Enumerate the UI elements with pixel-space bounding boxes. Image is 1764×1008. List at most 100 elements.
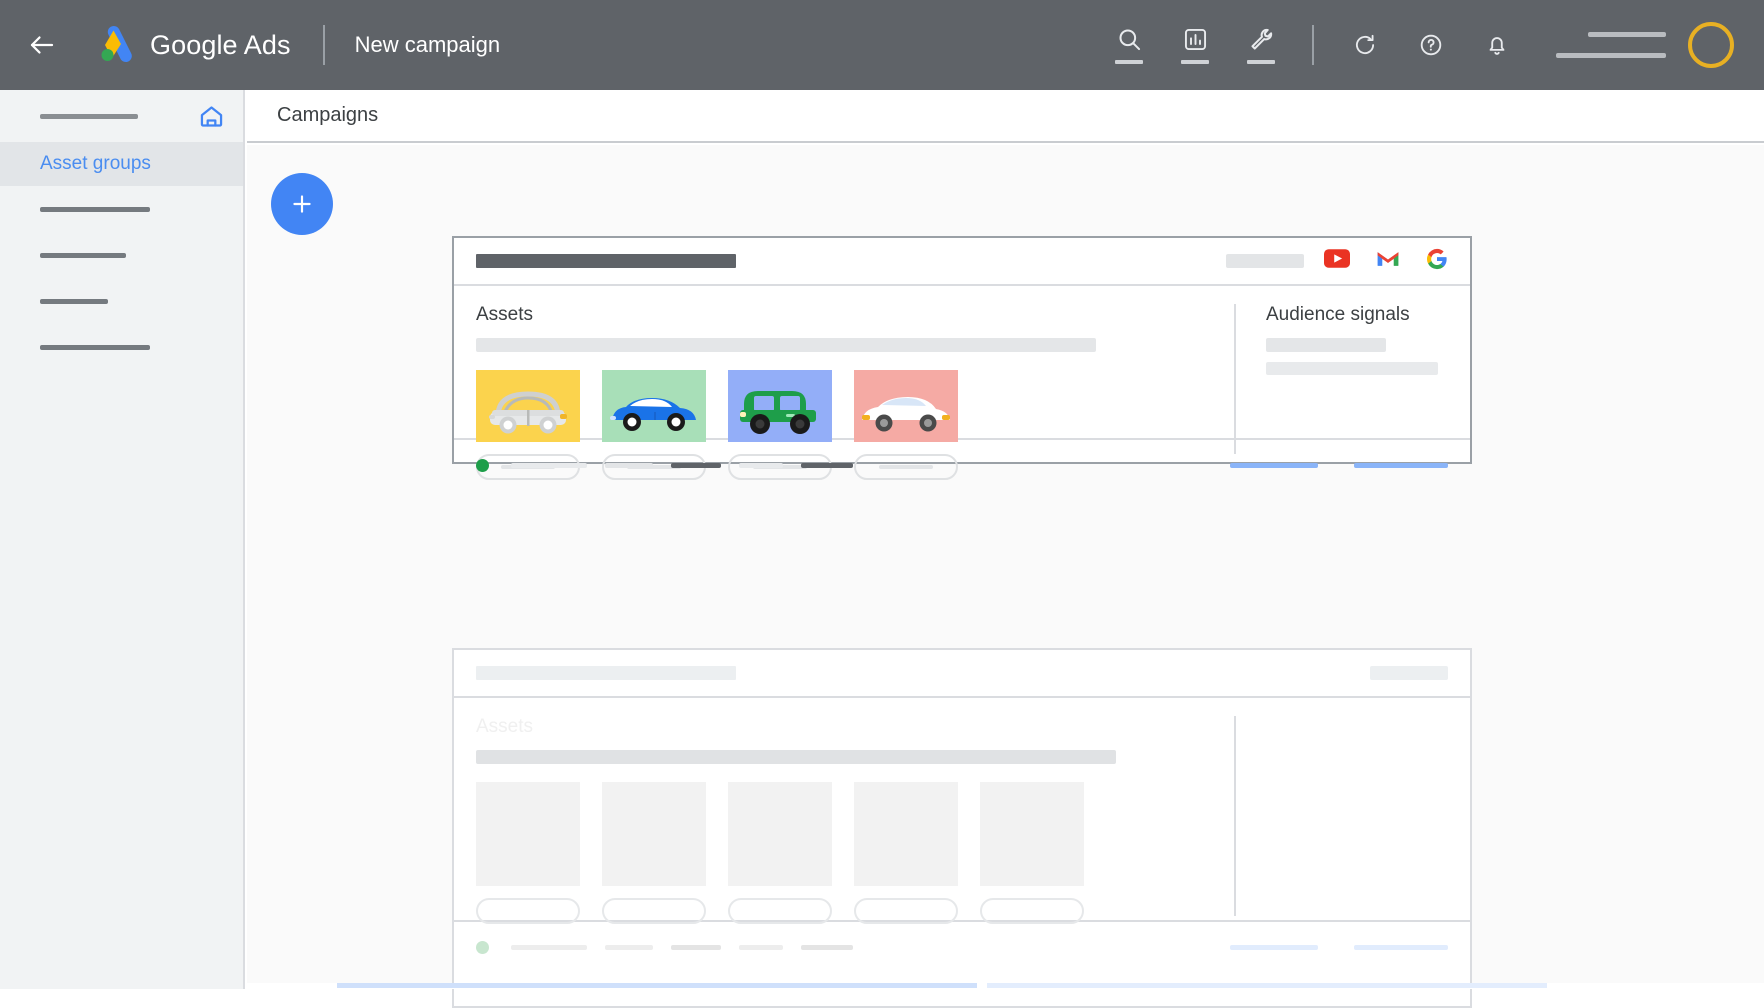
car-thumbnail-blue[interactable] (728, 370, 832, 442)
google-ads-logo[interactable] (94, 23, 138, 67)
add-asset-group-button[interactable] (271, 173, 333, 235)
top-app-bar: Google Ads New campaign (0, 0, 1764, 90)
home-icon[interactable] (198, 103, 225, 130)
asset-thumbnail-row (476, 782, 1212, 886)
reports-icon-underline (1181, 60, 1209, 64)
sidebar-header (0, 90, 243, 142)
metric-placeholder (671, 463, 721, 468)
notifications-icon[interactable] (1472, 20, 1522, 70)
sidebar-item-placeholder (40, 253, 126, 258)
sidebar-item-3[interactable] (0, 278, 243, 324)
assets-column: Assets (454, 286, 1234, 438)
google-icon[interactable] (1426, 248, 1448, 275)
page-context-label: New campaign (355, 32, 501, 58)
asset-chip[interactable] (854, 454, 958, 480)
search-icon[interactable] (1102, 18, 1156, 72)
asset-chip[interactable] (602, 898, 706, 924)
asset-thumbnail-blank-2[interactable] (602, 782, 706, 886)
audience-column: Audience signals (1234, 286, 1470, 438)
back-arrow-icon[interactable] (18, 21, 66, 69)
card-status-chip-placeholder (1370, 666, 1448, 680)
asset-chip[interactable] (854, 898, 958, 924)
asset-chip[interactable] (728, 898, 832, 924)
asset-chip-placeholder (501, 909, 555, 913)
asset-chip[interactable] (476, 898, 580, 924)
metric-placeholder (739, 463, 783, 468)
assets-section-title: Assets (476, 716, 1212, 738)
sidebar-item-2[interactable] (0, 232, 243, 278)
card-footer (454, 920, 1470, 972)
assets-headline-placeholder (476, 750, 1116, 764)
account-line-1 (1588, 32, 1666, 37)
metric-placeholder (605, 945, 653, 950)
card-status-chip-placeholder (1226, 254, 1304, 268)
tools-icon[interactable] (1234, 18, 1288, 72)
avatar[interactable] (1688, 22, 1734, 68)
audience-placeholder-1 (1266, 338, 1386, 352)
card-body: Assets (454, 698, 1470, 920)
car-thumbnail-pink[interactable] (854, 370, 958, 442)
card-title-placeholder (476, 254, 736, 268)
sidebar-item-1[interactable] (0, 186, 243, 232)
horizontal-scrollbar[interactable] (247, 983, 1764, 989)
card-link-secondary[interactable] (1354, 945, 1448, 950)
card-link-secondary[interactable] (1354, 463, 1448, 468)
car-thumbnail-yellow[interactable] (476, 370, 580, 442)
card-link-primary[interactable] (1230, 463, 1318, 468)
asset-thumbnail-blank-4[interactable] (854, 782, 958, 886)
card-metrics (511, 463, 853, 468)
platform-icons (1324, 248, 1448, 275)
card-title-placeholder (476, 666, 736, 680)
scrollbar-thumb-2[interactable] (987, 983, 1547, 988)
topbar-divider (323, 25, 325, 65)
asset-chip-placeholder (879, 465, 933, 469)
status-badge (476, 459, 489, 472)
refresh-icon[interactable] (1340, 20, 1390, 70)
asset-chip-placeholder (879, 909, 933, 913)
metric-placeholder (801, 463, 853, 468)
asset-thumbnail-blank-3[interactable] (728, 782, 832, 886)
audience-section-title: Audience signals (1266, 304, 1438, 326)
sidebar-item-4[interactable] (0, 324, 243, 370)
sidebar-item-placeholder (40, 207, 150, 212)
brand-name: Google Ads (150, 30, 291, 61)
asset-chip-row (476, 898, 1212, 924)
asset-group-card-skeleton[interactable]: Assets (452, 648, 1472, 1008)
asset-group-card-active[interactable]: Assets (452, 236, 1472, 464)
account-line-2 (1556, 53, 1666, 58)
campaign-canvas: Assets (247, 145, 1764, 989)
card-links (1230, 463, 1448, 468)
sidebar-item-label: Asset groups (40, 153, 151, 175)
gmail-icon[interactable] (1376, 249, 1400, 273)
audience-placeholder-2 (1266, 362, 1438, 375)
metric-placeholder (605, 463, 653, 468)
page-title: Campaigns (277, 104, 378, 127)
metric-placeholder (801, 945, 853, 950)
asset-chip-placeholder (627, 909, 681, 913)
asset-chip[interactable] (980, 898, 1084, 924)
asset-thumbnail-row (476, 370, 1212, 442)
metric-placeholder (739, 945, 783, 950)
asset-chip-placeholder (1005, 909, 1059, 913)
tools-icon-underline (1247, 60, 1275, 64)
help-icon[interactable] (1406, 20, 1456, 70)
asset-thumbnail-blank-1[interactable] (476, 782, 580, 886)
asset-thumbnail-blank-5[interactable] (980, 782, 1084, 886)
card-header-right (1370, 666, 1448, 680)
search-icon-underline (1115, 60, 1143, 64)
metric-placeholder (511, 945, 587, 950)
reports-icon[interactable] (1168, 18, 1222, 72)
youtube-icon[interactable] (1324, 249, 1350, 273)
assets-headline-placeholder (476, 338, 1096, 352)
audience-column (1234, 698, 1470, 920)
car-thumbnail-green[interactable] (602, 370, 706, 442)
sidebar-header-placeholder (40, 114, 138, 119)
card-link-primary[interactable] (1230, 945, 1318, 950)
sidebar-item-asset-groups[interactable]: Asset groups (0, 142, 243, 186)
sidebar-item-placeholder (40, 299, 108, 304)
sidebar: Asset groups (0, 90, 245, 989)
account-placeholder[interactable] (1556, 32, 1666, 58)
card-links (1230, 945, 1448, 950)
scrollbar-thumb-1[interactable] (337, 983, 977, 988)
card-header (454, 238, 1470, 286)
